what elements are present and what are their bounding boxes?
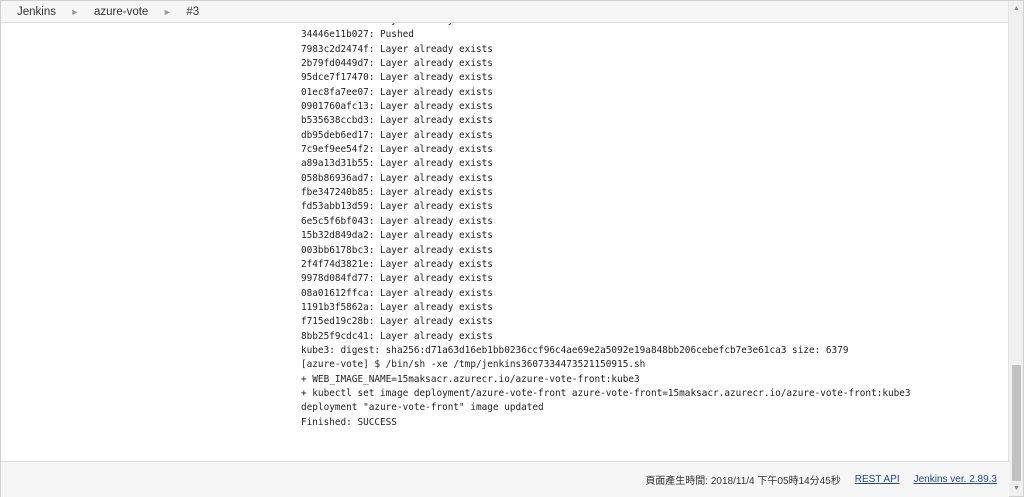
breadcrumb-item-jenkins[interactable]: Jenkins — [15, 6, 58, 18]
scroll-track[interactable] — [1009, 16, 1024, 481]
scroll-down-icon[interactable]: ▼ — [1009, 481, 1024, 496]
breadcrumb-item-azure-vote[interactable]: azure-vote — [92, 6, 150, 18]
console-output: 3ed16b8bac01: Layer already exists34446e… — [1, 23, 1009, 461]
console-line: 95dce7f17470: Layer already exists — [301, 72, 493, 84]
scroll-up-icon[interactable]: ▲ — [1009, 1, 1024, 16]
console-line: db95deb6ed17: Layer already exists — [301, 129, 493, 141]
console-line: 2b79fd0449d7: Layer already exists — [301, 58, 493, 70]
breadcrumb-label: Jenkins — [17, 5, 56, 18]
jenkins-version-link[interactable]: Jenkins ver. 2.89.3 — [914, 474, 997, 485]
console-line: + kubectl set image deployment/azure-vot… — [301, 387, 911, 399]
console-line: 7983c2d2474f: Layer already exists — [301, 43, 493, 55]
console-line: 9978d084fd77: Layer already exists — [301, 273, 493, 285]
console-line: 34446e11b027: Pushed — [301, 29, 414, 41]
console-line: 15b32d849da2: Layer already exists — [301, 230, 493, 242]
console-line: 7c9ef9ee54f2: Layer already exists — [301, 144, 493, 156]
chevron-right-icon[interactable]: ► — [58, 7, 92, 17]
console-line: 1191b3f5862a: Layer already exists — [301, 301, 493, 313]
console-line: fbe347240b85: Layer already exists — [301, 187, 493, 199]
console-line: 8bb25f9cdc41: Layer already exists — [301, 330, 493, 342]
page-footer: 頁面產生時間: 2018/11/4 下午05時14分45秒 REST API J… — [1, 461, 1009, 497]
chevron-right-icon[interactable]: ► — [150, 7, 184, 17]
rest-api-link[interactable]: REST API — [855, 474, 900, 485]
vertical-scrollbar[interactable]: ▲ ▼ — [1008, 1, 1023, 496]
console-line: 0901760afc13: Layer already exists — [301, 101, 493, 113]
browser-frame: Jenkins ► azure-vote ► #3 3ed16b8bac01: … — [0, 0, 1024, 497]
scroll-thumb[interactable] — [1012, 364, 1021, 481]
console-line: + WEB_IMAGE_NAME=15maksacr.azurecr.io/az… — [301, 373, 640, 385]
console-line: f715ed19c28b: Layer already exists — [301, 316, 493, 328]
breadcrumb-label: #3 — [186, 5, 200, 18]
breadcrumb-label: azure-vote — [94, 5, 149, 18]
console-line: b535638ccbd3: Layer already exists — [301, 115, 493, 127]
breadcrumb: Jenkins ► azure-vote ► #3 — [1, 1, 1009, 23]
console-lines: 3ed16b8bac01: Layer already exists34446e… — [301, 23, 911, 430]
console-line: 2f4f74d3821e: Layer already exists — [301, 258, 493, 270]
console-line: 6e5c5f6bf043: Layer already exists — [301, 215, 493, 227]
console-line: 08a01612ffca: Layer already exists — [301, 287, 493, 299]
console-line: Finished: SUCCESS — [301, 416, 397, 428]
breadcrumb-item-build-3[interactable]: #3 — [184, 6, 201, 18]
console-line: 01ec8fa7ee07: Layer already exists — [301, 86, 493, 98]
console-line: a89a13d31b55: Layer already exists — [301, 158, 493, 170]
console-line: fd53abb13d59: Layer already exists — [301, 201, 493, 213]
console-line: deployment "azure-vote-front" image upda… — [301, 402, 544, 414]
console-line: 003bb6178bc3: Layer already exists — [301, 244, 493, 256]
console-line: [azure-vote] $ /bin/sh -xe /tmp/jenkins3… — [301, 359, 646, 371]
console-line: kube3: digest: sha256:d71a63d16eb1bb0236… — [301, 344, 849, 356]
console-line: 058b86936ad7: Layer already exists — [301, 172, 493, 184]
page-generated-time: 頁面產生時間: 2018/11/4 下午05時14分45秒 — [645, 476, 841, 487]
